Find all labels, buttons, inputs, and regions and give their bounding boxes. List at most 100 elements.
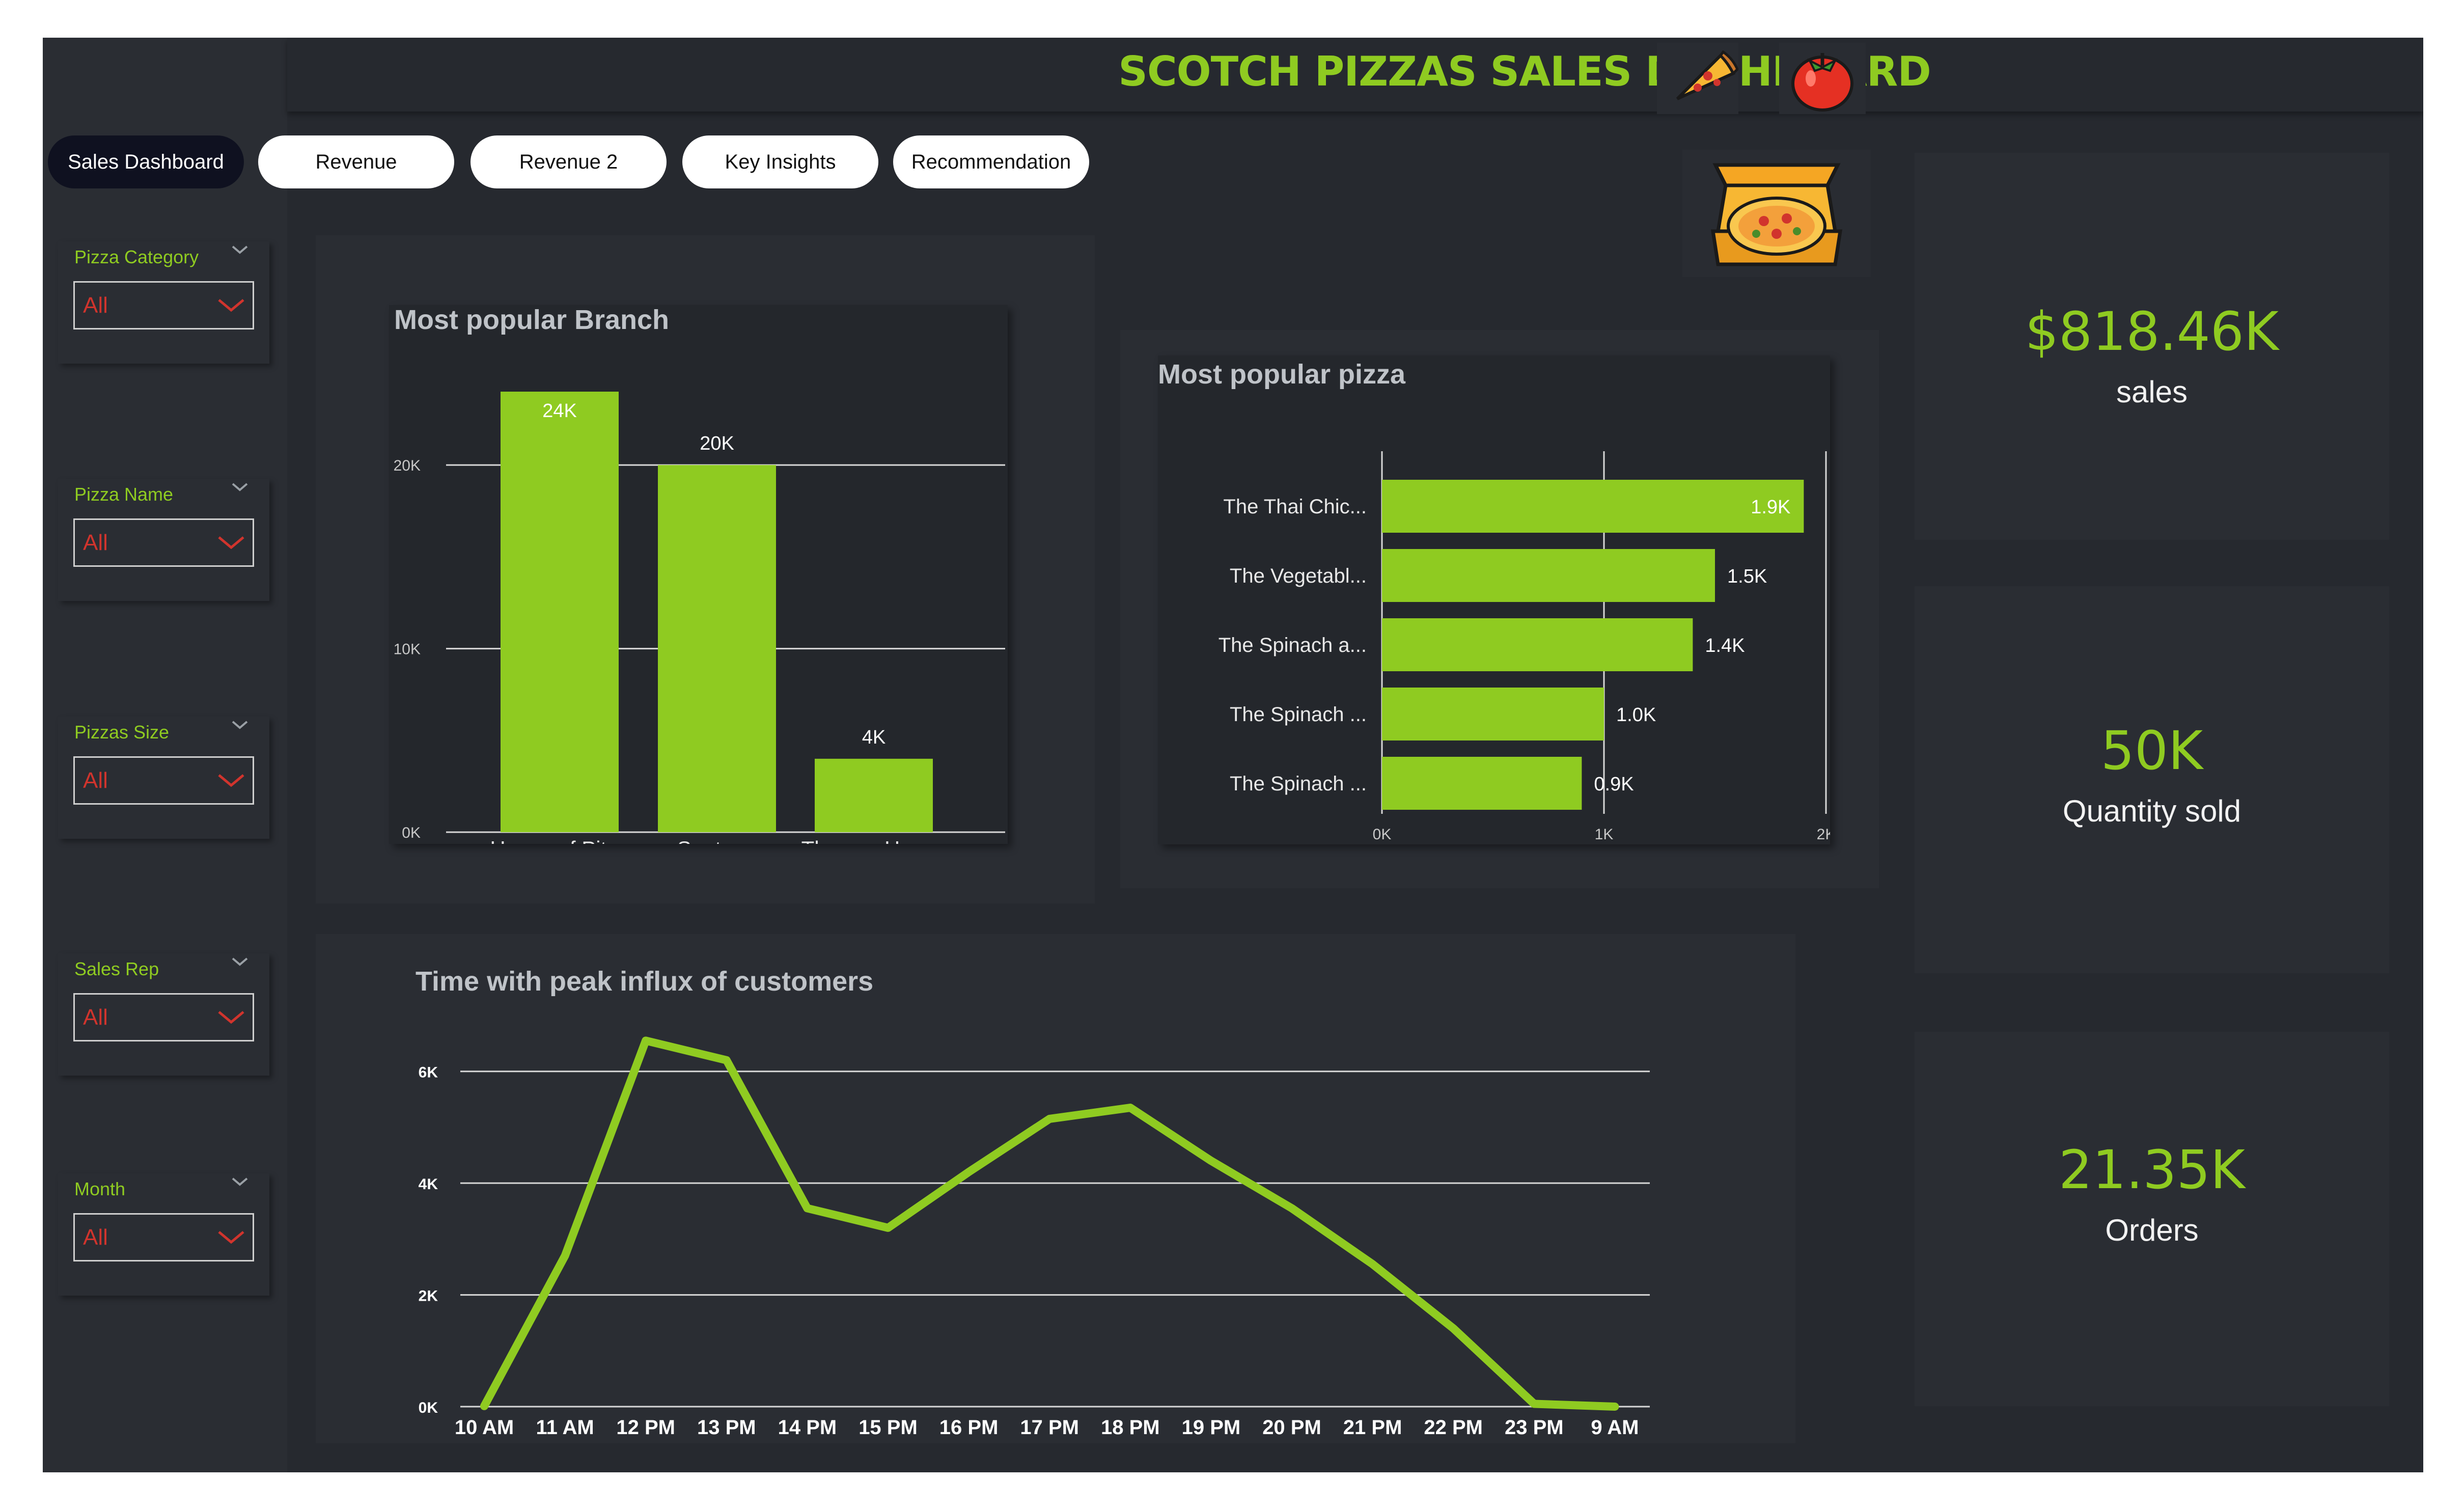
kpi-card-sales: $818.46K sales [1915,153,2389,540]
x-tick-label: 11 AM [536,1416,594,1439]
peak-chart: 0K 2K 4K 6K 10 AM 11 AM 12 PM 13 PM 14 PM 15 PM 16… [419,1036,1650,1439]
dropdown-value: All [83,1005,108,1030]
chevron-down-icon[interactable] [231,719,249,731]
x-tick-label: House of Pitza [490,837,629,844]
y-tick-label: 10K [394,641,421,658]
filter-label: Pizza Name [74,484,174,505]
x-tick-label: 9 AM [1591,1416,1639,1439]
chevron-down-icon [218,536,244,550]
data-point [1048,1117,1051,1120]
data-point [887,1226,889,1229]
bar [1382,480,1804,533]
chevron-down-icon [218,774,244,787]
kpi-card-orders: 21.35K Orders [1915,1032,2389,1406]
series-line [480,1036,1619,1411]
tab-revenue[interactable]: Revenue [258,135,454,188]
y-tick-label: The Vegetabl... [1230,565,1367,587]
filter-label: Pizzas Size [74,722,170,743]
tomato-icon [1779,43,1866,114]
x-tick-label: 15 PM [859,1416,918,1439]
x-tick-label: 0K [1373,826,1392,843]
data-point [1129,1107,1131,1109]
data-label: 1.0K [1616,704,1656,726]
x-tick-label: 14 PM [778,1416,837,1439]
chevron-down-icon[interactable] [231,955,249,968]
bar [815,758,933,832]
x-tick-label: 23 PM [1505,1416,1564,1439]
pizza-box-icon [1682,150,1871,277]
bar [658,465,776,832]
tab-sales-dashboard[interactable]: Sales Dashboard [48,135,244,188]
data-point [483,1405,485,1407]
chevron-down-icon[interactable] [231,243,249,256]
filter-pizza-name: Pizza Name All [58,479,269,601]
kpi-value: 50K [2100,720,2203,782]
data-label: 20K [700,433,734,454]
x-tick-label: 13 PM [697,1416,756,1439]
y-tick-label: 0K [402,825,421,841]
kpi-label: sales [2116,375,2188,409]
filter-pizzas-size: Pizzas Size All [58,717,269,839]
kpi-label: Quantity sold [2062,794,2241,828]
dropdown-value: All [83,768,108,793]
y-tick-label: 20K [394,457,421,474]
chevron-down-icon[interactable] [231,481,249,493]
x-tick-label: 19 PM [1182,1416,1241,1439]
filter-label: Pizza Category [74,246,199,267]
peak-panel: Time with peak influx of customers 0K 2K 4… [316,934,1795,1443]
x-tick-label: 17 PM [1020,1416,1079,1439]
data-point [725,1059,728,1061]
x-tick-label: 20 PM [1262,1416,1321,1439]
data-point [1371,1263,1374,1266]
x-tick-label: 10 AM [455,1416,514,1439]
pizza-chart-card: Most popular pizza 0K1K2KThe Thai Chic..… [1158,355,1830,844]
data-point [1210,1160,1212,1162]
branch-chart: 0K 10K 20K 24K House of Pitza 20K Santana 4K Tho… [394,392,1005,844]
y-tick-label: The Spinach ... [1230,773,1367,795]
branch-chart-card: Most popular Branch 0K10K20K24KHouse of … [389,305,1008,844]
data-point [1533,1403,1535,1405]
x-tick-label: 22 PM [1424,1416,1483,1439]
y-tick-label: 0K [419,1400,438,1416]
data-label: 1.9K [1751,497,1790,518]
data-point [645,1039,647,1042]
dropdown-value: All [83,1225,108,1250]
kpi-value: $818.46K [2025,300,2279,363]
x-tick-label: Thomas House [801,837,947,844]
bar [1382,618,1693,671]
pizza-category-dropdown[interactable]: All [73,281,254,330]
month-dropdown[interactable]: All [73,1213,254,1261]
data-point [967,1171,970,1173]
data-point [806,1207,809,1210]
pizza-name-dropdown[interactable]: All [73,518,254,567]
filter-sales-rep: Sales Rep All [58,953,269,1076]
filter-label: Sales Rep [74,958,159,979]
pizza-chart: 0K 1K 2K The Thai Chic... 1.9K The Vegetabl..… [1219,451,1830,843]
bar [1382,688,1604,740]
pizzas-size-dropdown[interactable]: All [73,756,254,805]
chevron-down-icon [218,1011,244,1024]
chevron-down-icon[interactable] [231,1175,249,1188]
sales-rep-dropdown[interactable]: All [73,993,254,1041]
y-tick-label: 6K [419,1064,438,1081]
bar [1382,757,1582,810]
x-tick-label: 1K [1595,826,1614,843]
y-tick-label: The Spinach a... [1219,634,1367,656]
kpi-card-quantity: 50K Quantity sold [1915,586,2389,973]
dashboard-canvas: SCOTCH PIZZAS SALES DASHBOARD Sales Dash… [43,38,2423,1472]
x-tick-label: 12 PM [616,1416,675,1439]
data-point [1291,1207,1293,1210]
tab-revenue-2[interactable]: Revenue 2 [470,135,667,188]
x-tick-label: 18 PM [1101,1416,1160,1439]
title-bar: SCOTCH PIZZAS SALES DASHBOARD [287,38,2423,112]
chevron-down-icon [218,299,244,312]
pizza-slice-icon [1657,43,1739,114]
tab-recommendation[interactable]: Recommendation [893,135,1089,188]
filter-label: Month [74,1178,126,1199]
dropdown-value: All [83,530,108,555]
dropdown-value: All [83,293,108,318]
bar [1382,549,1715,602]
data-point [1614,1406,1616,1408]
y-tick-label: 2K [419,1288,438,1305]
tab-key-insights[interactable]: Key Insights [682,135,878,188]
